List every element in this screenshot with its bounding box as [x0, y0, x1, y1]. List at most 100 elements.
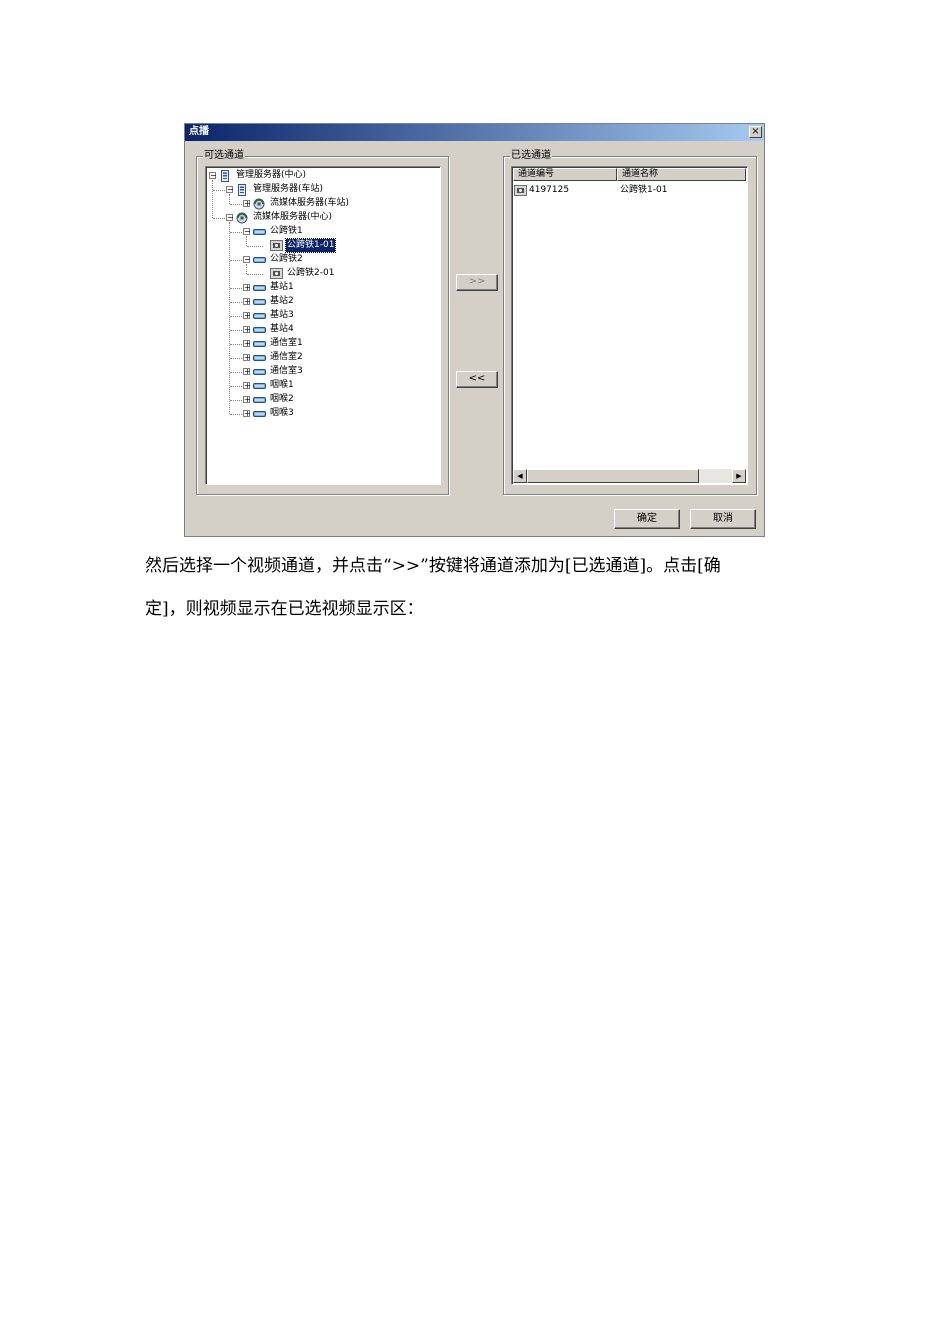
tree-node[interactable]: + 咽喉1 [206, 379, 436, 392]
available-channels-title: 可选通道 [203, 149, 245, 163]
expand-icon[interactable]: + [243, 354, 251, 362]
expand-icon[interactable]: + [243, 284, 251, 292]
expand-icon[interactable]: + [243, 340, 251, 348]
tree-node[interactable]: − 公跨铁1 [206, 225, 436, 238]
tree-node-label: 管理服务器(中心) [236, 170, 307, 180]
expand-icon[interactable]: + [243, 326, 251, 334]
selected-channel-list[interactable]: 通道编号 通道名称 4197125 公跨铁1-01 ◀ ▶ [511, 166, 748, 485]
expand-icon[interactable]: + [243, 298, 251, 306]
tree-node[interactable]: − 流媒体服务器(中心) [206, 211, 436, 224]
camera-icon [514, 185, 527, 196]
tree-node-label: 公跨铁1 [270, 226, 303, 236]
expand-icon[interactable]: + [243, 312, 251, 320]
horizontal-scrollbar[interactable]: ◀ ▶ [513, 469, 746, 483]
collapse-icon[interactable]: − [226, 214, 234, 222]
device-icon [253, 229, 266, 235]
column-header-channel-name[interactable]: 通道名称 [617, 168, 746, 181]
remove-channel-button[interactable]: << [456, 371, 498, 388]
tree-node[interactable]: + 通信室2 [206, 351, 436, 364]
camera-icon [270, 240, 283, 251]
tree-connector [247, 246, 263, 247]
device-icon [253, 285, 266, 291]
expand-icon[interactable]: + [243, 368, 251, 376]
tree-node-label: 咽喉1 [270, 380, 294, 390]
tree-node-label: 基站4 [270, 324, 294, 334]
server-icon [221, 170, 229, 182]
ok-button[interactable]: 确定 [614, 509, 680, 529]
add-channel-button[interactable]: >> [456, 274, 498, 291]
device-icon [253, 355, 266, 361]
camera-icon [270, 268, 283, 279]
device-icon [253, 383, 266, 389]
device-icon [253, 411, 266, 417]
device-icon [253, 369, 266, 375]
tree-connector [247, 274, 263, 275]
device-icon [253, 327, 266, 333]
list-item-name: 公跨铁1-01 [620, 185, 668, 195]
list-item[interactable]: 4197125 公跨铁1-01 [514, 184, 744, 197]
collapse-icon[interactable]: − [209, 172, 217, 180]
list-header: 通道编号 通道名称 [513, 168, 746, 181]
tree-connector [246, 236, 247, 246]
tree-node-label: 通信室1 [270, 338, 303, 348]
selected-channels-title: 已选通道 [510, 149, 552, 163]
tree-node-label: 通信室3 [270, 366, 303, 376]
tree-node[interactable]: + 通信室3 [206, 365, 436, 378]
device-icon [253, 341, 266, 347]
tree-node[interactable]: + 咽喉3 [206, 407, 436, 420]
tree-node[interactable]: + 基站4 [206, 323, 436, 336]
tree-node-label: 公跨铁2-01 [287, 268, 335, 278]
expand-icon[interactable]: + [243, 410, 251, 418]
tree-node[interactable]: − 管理服务器(车站) [206, 183, 436, 196]
selected-channels-group: 已选通道 通道编号 通道名称 4197125 公跨铁1-01 ◀ ▶ [503, 149, 757, 495]
scroll-right-button[interactable]: ▶ [732, 469, 746, 483]
expand-icon[interactable]: + [243, 396, 251, 404]
device-icon [253, 299, 266, 305]
instruction-paragraph-1: 然后选择一个视频通道，并点击“>>”按键将通道添加为[已选通道]。点击[确 [145, 556, 721, 576]
tree-node-label: 流媒体服务器(中心) [253, 212, 333, 222]
tree-node[interactable]: − 管理服务器(中心) [206, 169, 436, 182]
collapse-icon[interactable]: − [243, 228, 251, 236]
dialog-title: 点播 [189, 126, 209, 137]
tree-node-label: 基站1 [270, 282, 294, 292]
dialog-titlebar[interactable]: 点播 × [185, 124, 764, 141]
collapse-icon[interactable]: − [226, 186, 234, 194]
tree-node[interactable]: 公跨铁1-01 [206, 238, 436, 253]
scrollbar-thumb[interactable] [527, 469, 699, 483]
close-button[interactable]: × [749, 126, 762, 138]
list-item-id: 4197125 [529, 185, 570, 195]
close-icon: × [751, 126, 760, 137]
media-server-icon [253, 198, 265, 210]
tree-node[interactable]: 公跨铁2-01 [206, 267, 436, 280]
tree-connector [229, 194, 230, 204]
device-icon [253, 313, 266, 319]
scroll-left-button[interactable]: ◀ [513, 469, 527, 483]
tree-connector [212, 180, 213, 218]
tree-node[interactable]: + 流媒体服务器(车站) [206, 197, 436, 210]
collapse-icon[interactable]: − [243, 256, 251, 264]
device-icon [253, 257, 266, 263]
tree-connector [246, 264, 247, 274]
device-icon [253, 397, 266, 403]
tree-node-label: 公跨铁2 [270, 254, 303, 264]
tree-node[interactable]: + 通信室1 [206, 337, 436, 350]
column-header-channel-id[interactable]: 通道编号 [513, 168, 617, 181]
available-channels-group: 可选通道 − 管理服务器(中心) − 管理服务器(车站) + 流媒体服务器(车站) − 流媒体… [196, 149, 449, 495]
tree-node-label: 基站3 [270, 310, 294, 320]
tree-node-label: 咽喉3 [270, 408, 294, 418]
tree-connector [229, 222, 230, 414]
server-icon [238, 184, 246, 196]
expand-icon[interactable]: + [243, 200, 251, 208]
tree-node[interactable]: + 基站3 [206, 309, 436, 322]
tree-node[interactable]: + 基站2 [206, 295, 436, 308]
tree-node[interactable]: + 基站1 [206, 281, 436, 294]
tree-node[interactable]: − 公跨铁2 [206, 253, 436, 266]
arrow-right-icon: ▶ [736, 472, 742, 480]
channel-tree[interactable]: − 管理服务器(中心) − 管理服务器(车站) + 流媒体服务器(车站) − 流媒体服务器(中… [205, 166, 441, 485]
expand-icon[interactable]: + [243, 382, 251, 390]
playback-dialog: 点播 × 可选通道 − 管理服务器(中心) − 管理服务器(车站) + 流媒体服务器(车站… [184, 123, 765, 537]
cancel-button[interactable]: 取消 [690, 509, 756, 529]
tree-node[interactable]: + 咽喉2 [206, 393, 436, 406]
tree-node-label: 咽喉2 [270, 394, 294, 404]
tree-node-label: 通信室2 [270, 352, 303, 362]
